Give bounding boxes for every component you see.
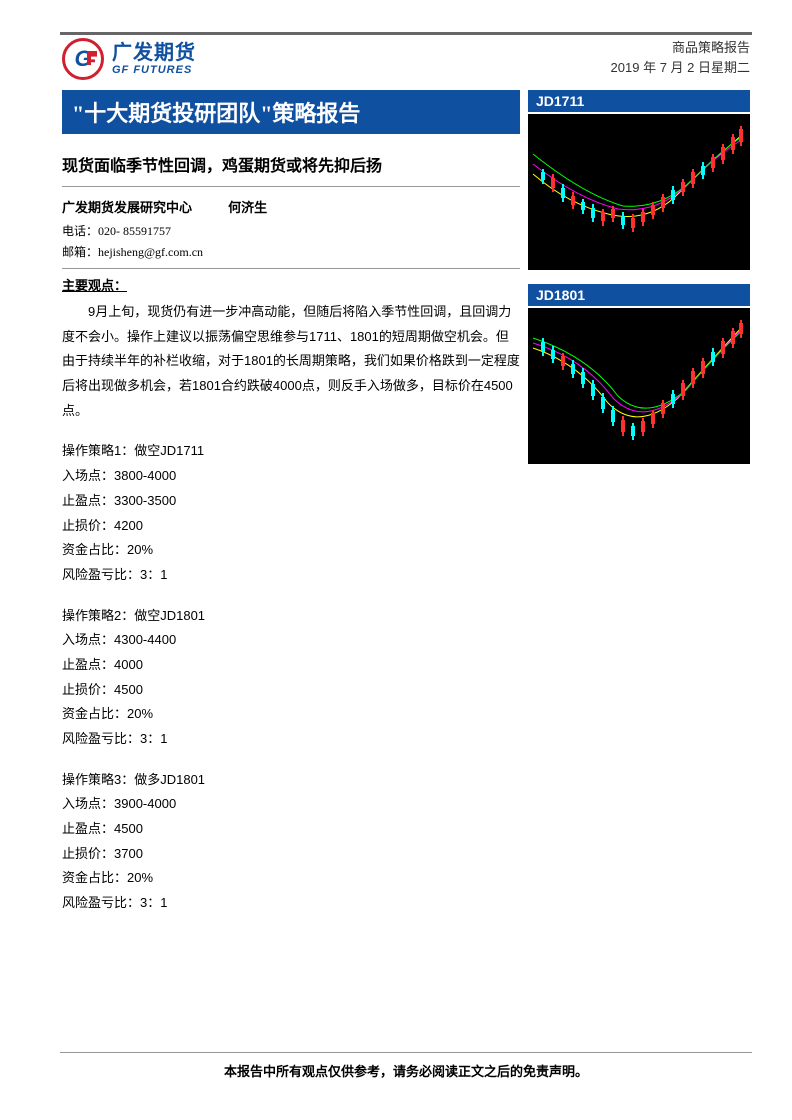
chart-2 xyxy=(528,308,750,464)
candlestick-chart-icon xyxy=(528,114,750,270)
footer: 本报告中所有观点仅供参考，请务必阅读正文之后的免责声明。 xyxy=(60,1052,752,1080)
logo-icon: G xyxy=(62,38,104,80)
chart-1 xyxy=(528,114,750,270)
candlestick-chart-icon xyxy=(528,308,750,464)
footer-disclaimer: 本报告中所有观点仅供参考，请务必阅读正文之后的免责声明。 xyxy=(60,1061,752,1080)
